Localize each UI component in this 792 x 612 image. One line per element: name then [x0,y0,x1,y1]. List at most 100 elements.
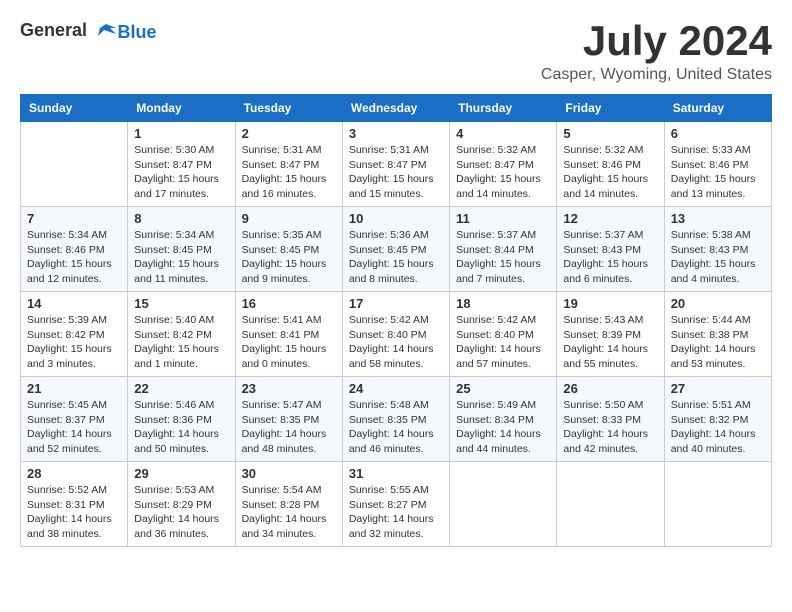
month-title: July 2024 [541,20,772,62]
calendar-cell [21,122,128,207]
calendar-week-4: 21 Sunrise: 5:45 AMSunset: 8:37 PMDayligh… [21,377,772,462]
calendar-cell: 12 Sunrise: 5:37 AMSunset: 8:43 PMDayligh… [557,207,664,292]
calendar-cell: 24 Sunrise: 5:48 AMSunset: 8:35 PMDayligh… [342,377,449,462]
day-info: Sunrise: 5:53 AMSunset: 8:29 PMDaylight:… [134,483,228,542]
logo: General Blue [20,20,157,44]
calendar-week-1: 1Sunrise: 5:30 AMSunset: 8:47 PMDaylight… [21,122,772,207]
calendar-cell: 10 Sunrise: 5:36 AMSunset: 8:45 PMDayligh… [342,207,449,292]
day-info: Sunrise: 5:38 AMSunset: 8:43 PMDaylight:… [671,228,765,287]
calendar-cell: 3 Sunrise: 5:31 AMSunset: 8:47 PMDaylight… [342,122,449,207]
day-info: Sunrise: 5:55 AMSunset: 8:27 PMDaylight:… [349,483,443,542]
day-info: Sunrise: 5:44 AMSunset: 8:38 PMDaylight:… [671,313,765,372]
day-number: 21 [27,381,121,396]
calendar-cell: 17Sunrise: 5:42 AMSunset: 8:40 PMDayligh… [342,292,449,377]
day-info: Sunrise: 5:40 AMSunset: 8:42 PMDaylight:… [134,313,228,372]
calendar-body: 1Sunrise: 5:30 AMSunset: 8:47 PMDaylight… [21,122,772,547]
day-number: 10 [349,211,443,226]
day-info: Sunrise: 5:33 AMSunset: 8:46 PMDaylight:… [671,143,765,202]
logo-bird-icon [94,20,118,44]
day-number: 4 [456,126,550,141]
day-info: Sunrise: 5:50 AMSunset: 8:33 PMDaylight:… [563,398,657,457]
calendar-header-wednesday: Wednesday [342,95,449,122]
day-info: Sunrise: 5:54 AMSunset: 8:28 PMDaylight:… [242,483,336,542]
day-number: 12 [563,211,657,226]
calendar-cell: 14Sunrise: 5:39 AMSunset: 8:42 PMDayligh… [21,292,128,377]
day-number: 26 [563,381,657,396]
calendar-week-5: 28 Sunrise: 5:52 AMSunset: 8:31 PMDayligh… [21,462,772,547]
day-number: 28 [27,466,121,481]
calendar-cell: 21 Sunrise: 5:45 AMSunset: 8:37 PMDayligh… [21,377,128,462]
header: General Blue July 2024 Casper, Wyoming, … [20,20,772,84]
calendar-header-friday: Friday [557,95,664,122]
calendar-cell: 4 Sunrise: 5:32 AMSunset: 8:47 PMDaylight… [450,122,557,207]
calendar-cell [450,462,557,547]
day-info: Sunrise: 5:51 AMSunset: 8:32 PMDaylight:… [671,398,765,457]
day-info: Sunrise: 5:48 AMSunset: 8:35 PMDaylight:… [349,398,443,457]
day-number: 18 [456,296,550,311]
day-number: 11 [456,211,550,226]
day-info: Sunrise: 5:32 AMSunset: 8:46 PMDaylight:… [563,143,657,202]
calendar-cell: 13 Sunrise: 5:38 AMSunset: 8:43 PMDayligh… [664,207,771,292]
day-number: 3 [349,126,443,141]
day-info: Sunrise: 5:47 AMSunset: 8:35 PMDaylight:… [242,398,336,457]
day-number: 13 [671,211,765,226]
calendar-cell: 11Sunrise: 5:37 AMSunset: 8:44 PMDayligh… [450,207,557,292]
logo-general-text: General [20,20,87,40]
day-number: 20 [671,296,765,311]
day-number: 27 [671,381,765,396]
logo-blue-text: Blue [118,22,157,42]
calendar-cell: 2Sunrise: 5:31 AMSunset: 8:47 PMDaylight… [235,122,342,207]
day-info: Sunrise: 5:36 AMSunset: 8:45 PMDaylight:… [349,228,443,287]
calendar-cell: 22 Sunrise: 5:46 AMSunset: 8:36 PMDayligh… [128,377,235,462]
calendar-week-3: 14Sunrise: 5:39 AMSunset: 8:42 PMDayligh… [21,292,772,377]
day-number: 7 [27,211,121,226]
calendar-header-row: SundayMondayTuesdayWednesdayThursdayFrid… [21,95,772,122]
calendar-cell: 5 Sunrise: 5:32 AMSunset: 8:46 PMDaylight… [557,122,664,207]
day-info: Sunrise: 5:49 AMSunset: 8:34 PMDaylight:… [456,398,550,457]
day-number: 8 [134,211,228,226]
calendar-cell: 31 Sunrise: 5:55 AMSunset: 8:27 PMDayligh… [342,462,449,547]
calendar-header-sunday: Sunday [21,95,128,122]
day-info: Sunrise: 5:41 AMSunset: 8:41 PMDaylight:… [242,313,336,372]
day-number: 22 [134,381,228,396]
day-number: 25 [456,381,550,396]
calendar-cell: 26 Sunrise: 5:50 AMSunset: 8:33 PMDayligh… [557,377,664,462]
day-info: Sunrise: 5:42 AMSunset: 8:40 PMDaylight:… [456,313,550,372]
calendar-header-monday: Monday [128,95,235,122]
day-number: 23 [242,381,336,396]
day-info: Sunrise: 5:35 AMSunset: 8:45 PMDaylight:… [242,228,336,287]
day-info: Sunrise: 5:52 AMSunset: 8:31 PMDaylight:… [27,483,121,542]
day-number: 31 [349,466,443,481]
location-title: Casper, Wyoming, United States [541,66,772,84]
calendar-cell: 20 Sunrise: 5:44 AMSunset: 8:38 PMDayligh… [664,292,771,377]
calendar-header-thursday: Thursday [450,95,557,122]
day-info: Sunrise: 5:46 AMSunset: 8:36 PMDaylight:… [134,398,228,457]
day-number: 1 [134,126,228,141]
day-info: Sunrise: 5:31 AMSunset: 8:47 PMDaylight:… [349,143,443,202]
day-number: 6 [671,126,765,141]
calendar-cell: 23 Sunrise: 5:47 AMSunset: 8:35 PMDayligh… [235,377,342,462]
calendar-cell: 15 Sunrise: 5:40 AMSunset: 8:42 PMDayligh… [128,292,235,377]
calendar-cell: 28 Sunrise: 5:52 AMSunset: 8:31 PMDayligh… [21,462,128,547]
calendar-cell: 1Sunrise: 5:30 AMSunset: 8:47 PMDaylight… [128,122,235,207]
day-number: 2 [242,126,336,141]
day-number: 16 [242,296,336,311]
day-number: 5 [563,126,657,141]
day-info: Sunrise: 5:32 AMSunset: 8:47 PMDaylight:… [456,143,550,202]
calendar-header-tuesday: Tuesday [235,95,342,122]
calendar-cell: 8 Sunrise: 5:34 AMSunset: 8:45 PMDaylight… [128,207,235,292]
day-number: 15 [134,296,228,311]
day-info: Sunrise: 5:34 AMSunset: 8:45 PMDaylight:… [134,228,228,287]
day-number: 19 [563,296,657,311]
day-number: 9 [242,211,336,226]
day-info: Sunrise: 5:37 AMSunset: 8:43 PMDaylight:… [563,228,657,287]
day-info: Sunrise: 5:45 AMSunset: 8:37 PMDaylight:… [27,398,121,457]
calendar-cell [664,462,771,547]
calendar-cell: 25 Sunrise: 5:49 AMSunset: 8:34 PMDayligh… [450,377,557,462]
day-number: 24 [349,381,443,396]
calendar-cell: 18 Sunrise: 5:42 AMSunset: 8:40 PMDayligh… [450,292,557,377]
calendar-cell: 16 Sunrise: 5:41 AMSunset: 8:41 PMDayligh… [235,292,342,377]
calendar-table: SundayMondayTuesdayWednesdayThursdayFrid… [20,94,772,547]
calendar-cell: 29Sunrise: 5:53 AMSunset: 8:29 PMDayligh… [128,462,235,547]
day-info: Sunrise: 5:43 AMSunset: 8:39 PMDaylight:… [563,313,657,372]
